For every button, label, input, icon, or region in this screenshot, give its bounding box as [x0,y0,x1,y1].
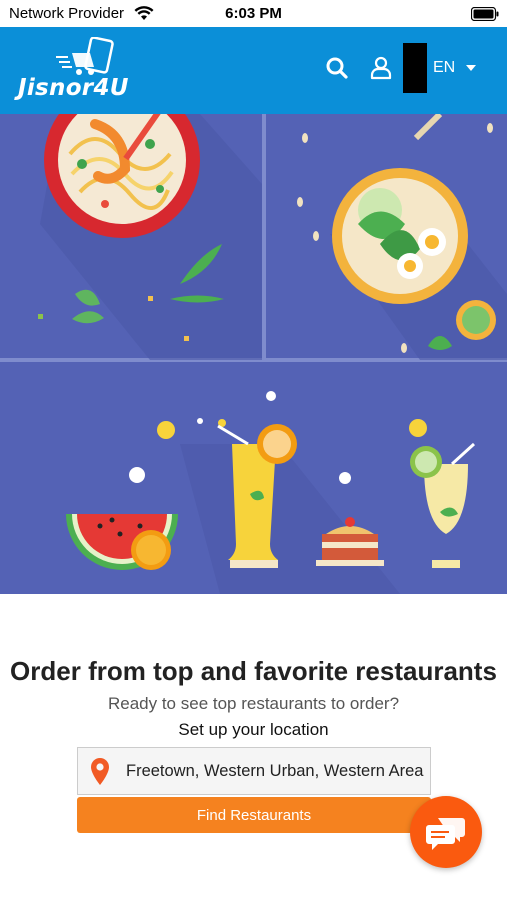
location-input[interactable] [126,748,424,794]
user-icon[interactable] [368,55,394,81]
page-title: Order from top and favorite restaurants [10,656,497,686]
chevron-down-icon [466,65,477,71]
logo-text: Jisnor4U [18,75,129,101]
battery-icon [471,7,499,21]
find-restaurants-button[interactable]: Find Restaurants [77,797,431,833]
app-header: Jisnor4U EN [0,27,507,114]
language-label: EN [433,59,456,76]
status-bar: Network Provider 6:03 PM [0,0,507,27]
language-select[interactable]: EN [433,55,493,81]
salad-bowl-icon [332,168,468,304]
hero-banner [0,114,507,594]
lime-drink-glass-icon [410,442,476,568]
redacted-block [403,43,427,93]
setup-location-label: Set up your location [178,720,329,739]
chat-button[interactable] [410,796,482,868]
food-and-drinks-illustration [0,114,507,594]
watermelon-icon [66,514,178,570]
location-field[interactable] [77,747,431,795]
clock: 6:03 PM [225,5,282,22]
page-subtitle: Ready to see top restaurants to order? [107,694,400,713]
search-icon[interactable] [324,55,350,81]
map-pin-icon [91,758,109,785]
logo[interactable]: Jisnor4U [14,37,144,101]
chat-icon [426,818,465,850]
